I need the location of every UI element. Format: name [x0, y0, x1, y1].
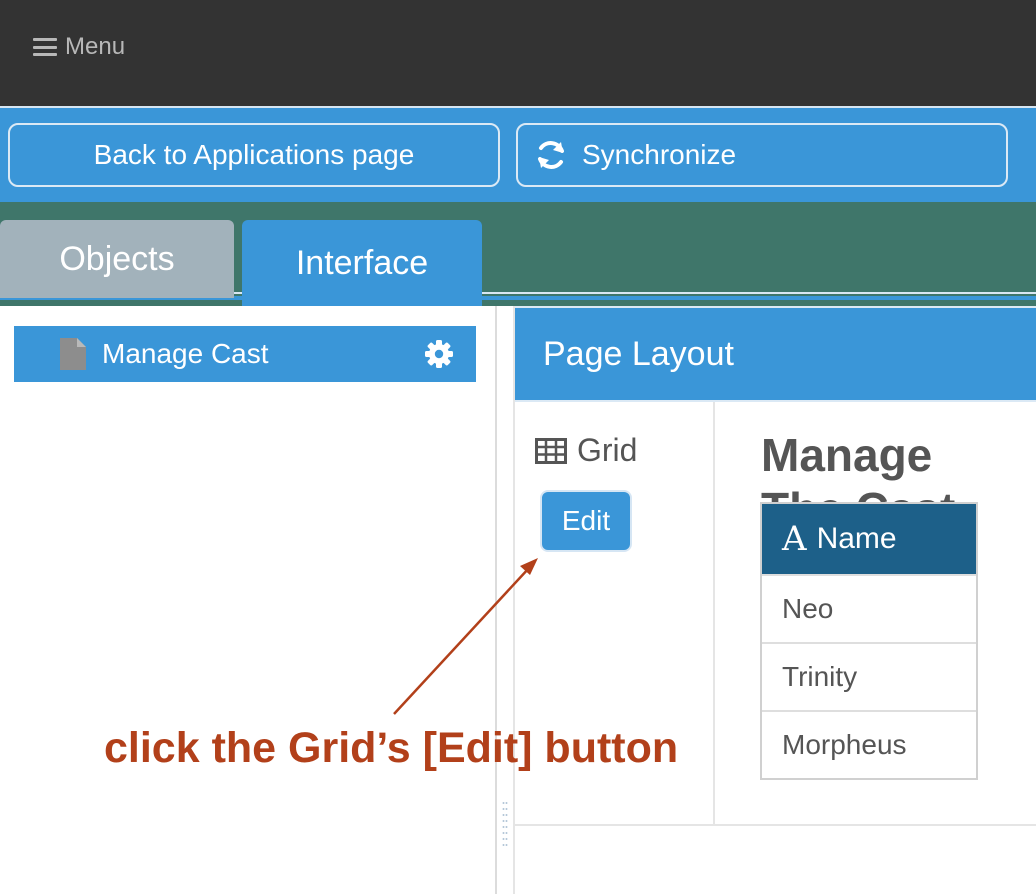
tab-interface-label: Interface	[295, 243, 429, 282]
table-row: Trinity	[762, 642, 976, 710]
table-row: Morpheus	[762, 710, 976, 778]
back-to-applications-button[interactable]: Back to Applications page	[8, 123, 500, 187]
top-bar: Menu	[0, 0, 1036, 106]
back-button-label: Back to Applications page	[93, 139, 415, 170]
page-item-manage-cast[interactable]: Manage Cast	[14, 326, 476, 382]
page-layout-title: Page Layout	[543, 335, 734, 373]
table-row: Neo	[762, 574, 976, 642]
annotation-text: click the Grid’s [Edit] button	[104, 724, 679, 772]
layout-bottom-divider	[515, 824, 1036, 826]
grid-header-name: A Name	[762, 504, 976, 574]
hamburger-icon	[33, 38, 57, 56]
grid-component: Grid	[535, 432, 637, 469]
edit-button-label: Edit	[561, 505, 611, 536]
tab-objects[interactable]: Objects	[0, 220, 234, 298]
page-layout-header: Page Layout	[515, 306, 1036, 402]
table-cell: Trinity	[782, 661, 858, 692]
page-item-label: Manage Cast	[102, 338, 269, 369]
layout-preview: Manage The Cast A Name Neo Trinity Morph…	[715, 402, 1036, 826]
gear-icon[interactable]	[424, 339, 454, 369]
grid-component-label: Grid	[577, 432, 638, 468]
refresh-icon	[538, 141, 564, 169]
document-icon	[60, 338, 86, 370]
tab-interface[interactable]: Interface	[242, 220, 482, 306]
font-icon: A	[782, 519, 807, 559]
table-cell: Neo	[782, 593, 834, 624]
menu-button[interactable]: Menu	[33, 31, 125, 63]
tab-objects-label: Objects	[59, 239, 175, 278]
tab-strip: Objects Interface	[0, 202, 1036, 306]
panel-resize-handle[interactable]	[502, 800, 508, 846]
table-cell: Morpheus	[782, 729, 907, 760]
preview-grid-table: A Name Neo Trinity Morpheus	[760, 502, 978, 780]
synchronize-button[interactable]: Synchronize	[516, 123, 1008, 187]
table-icon	[535, 437, 567, 464]
pages-panel: Manage Cast	[0, 306, 497, 894]
grid-edit-button[interactable]: Edit	[540, 490, 632, 552]
action-bar: Back to Applications page Synchronize	[0, 106, 1036, 202]
grid-header-label: Name	[816, 522, 897, 555]
synchronize-label: Synchronize	[582, 139, 737, 170]
menu-label: Menu	[65, 33, 126, 60]
preview-page-title: Manage The Cast	[761, 429, 955, 502]
page-layout-panel: Page Layout Grid Edit Manage The Cast A …	[513, 306, 1036, 894]
